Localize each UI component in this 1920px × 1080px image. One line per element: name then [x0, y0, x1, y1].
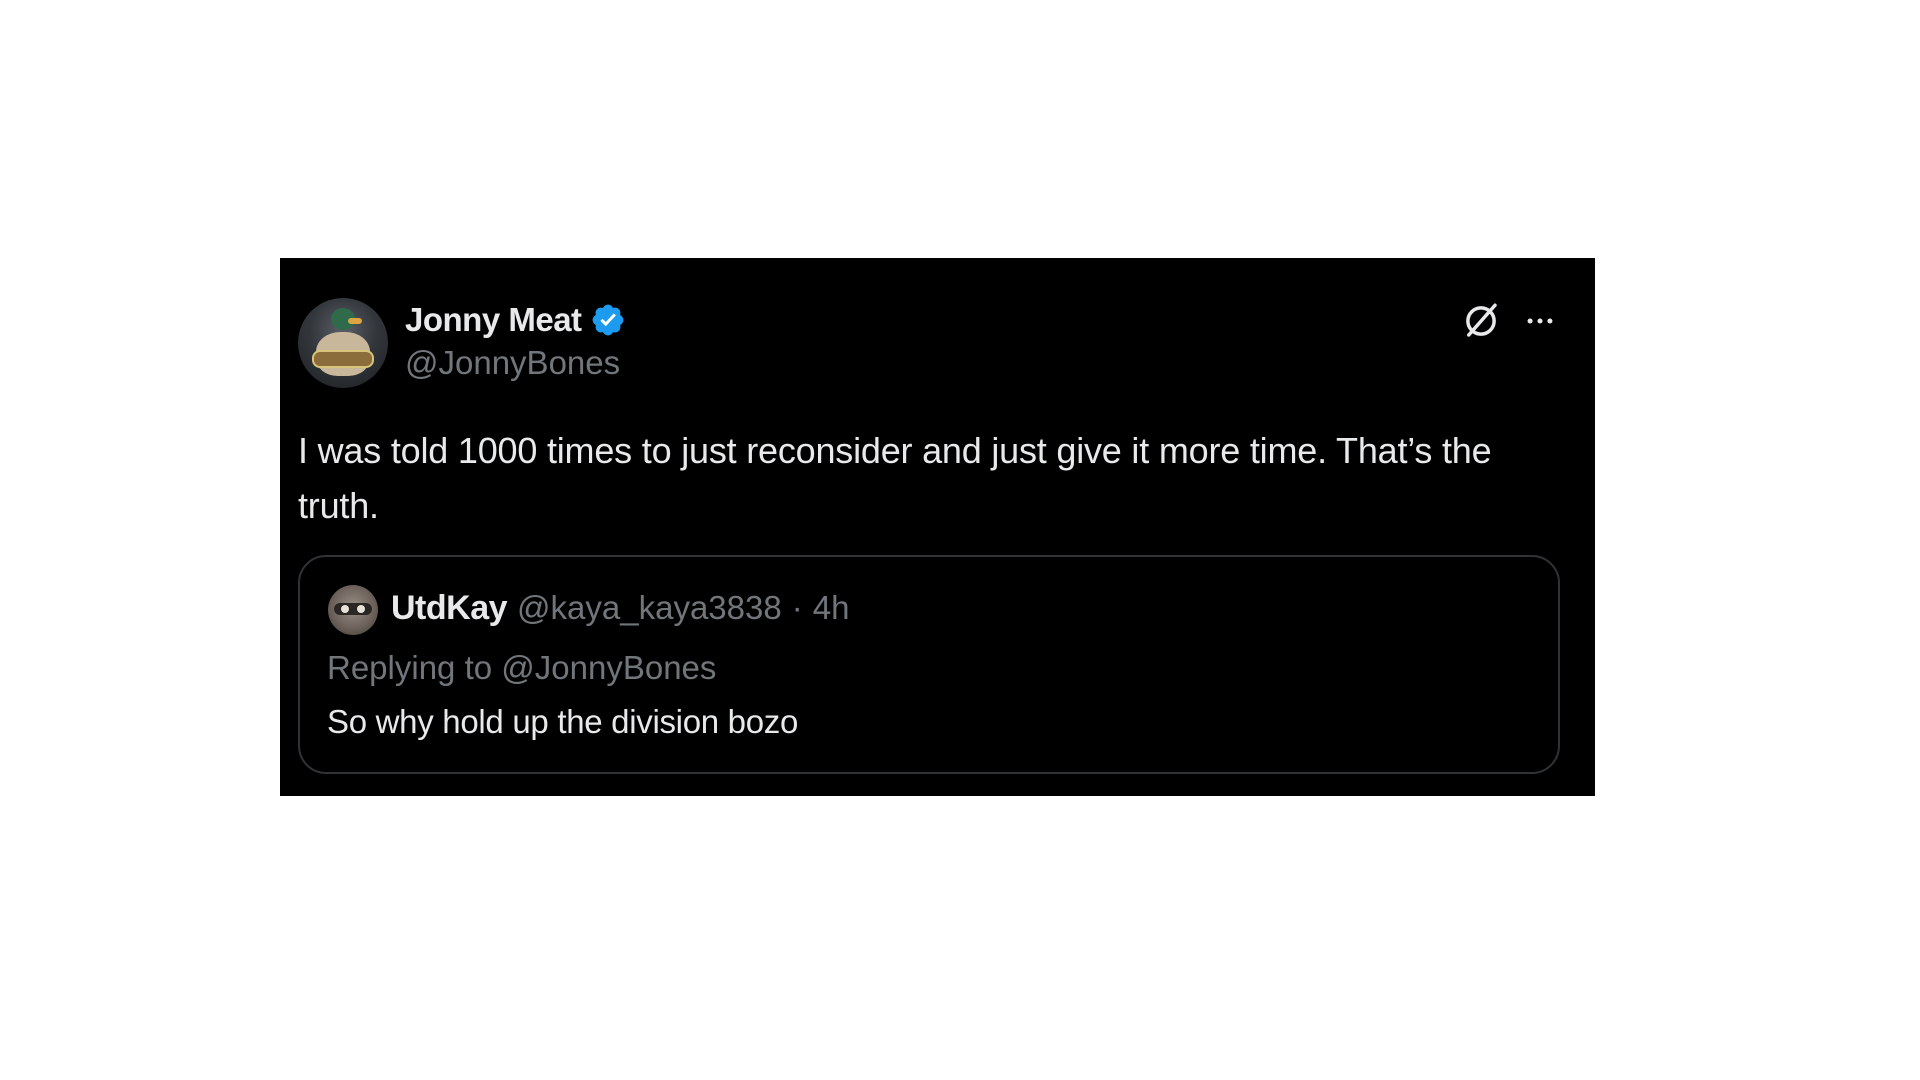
author-avatar[interactable] — [298, 298, 388, 388]
quoted-author-handle[interactable]: @kaya_kaya3838 — [517, 589, 782, 627]
author-handle[interactable]: @JonnyBones — [405, 344, 626, 382]
avatar-eye-shape — [341, 605, 349, 613]
display-name-row: Jonny Meat — [405, 300, 626, 340]
quoted-author-avatar[interactable] — [328, 585, 378, 635]
avatar-mask-shape — [334, 603, 372, 615]
author-display-name[interactable]: Jonny Meat — [405, 301, 582, 339]
grok-icon[interactable] — [1460, 300, 1502, 342]
author-info: Jonny Meat @JonnyBones — [405, 300, 626, 382]
header-separator: · — [791, 589, 803, 626]
belt-shape — [312, 350, 374, 368]
duck-beak-shape — [348, 318, 362, 324]
quoted-tweet-timestamp[interactable]: 4h — [813, 589, 850, 627]
quoted-author-display-name[interactable]: UtdKay — [391, 589, 508, 628]
quoted-tweet-header: UtdKay @kaya_kaya3838 · 4h — [391, 589, 849, 628]
quoted-tweet-text: So why hold up the division bozo — [327, 703, 799, 740]
verified-badge-icon — [592, 304, 623, 336]
quoted-tweet[interactable]: UtdKay @kaya_kaya3838 · 4h Replying to @… — [298, 555, 1560, 774]
avatar-eye-shape — [357, 605, 365, 613]
tweet-text: I was told 1000 times to just reconsider… — [298, 430, 1492, 526]
tweet-card[interactable]: Jonny Meat @JonnyBones I was told 1000 t… — [280, 258, 1595, 796]
replying-to-label: Replying to @JonnyBones — [327, 649, 717, 686]
more-options-icon[interactable] — [1520, 304, 1560, 338]
